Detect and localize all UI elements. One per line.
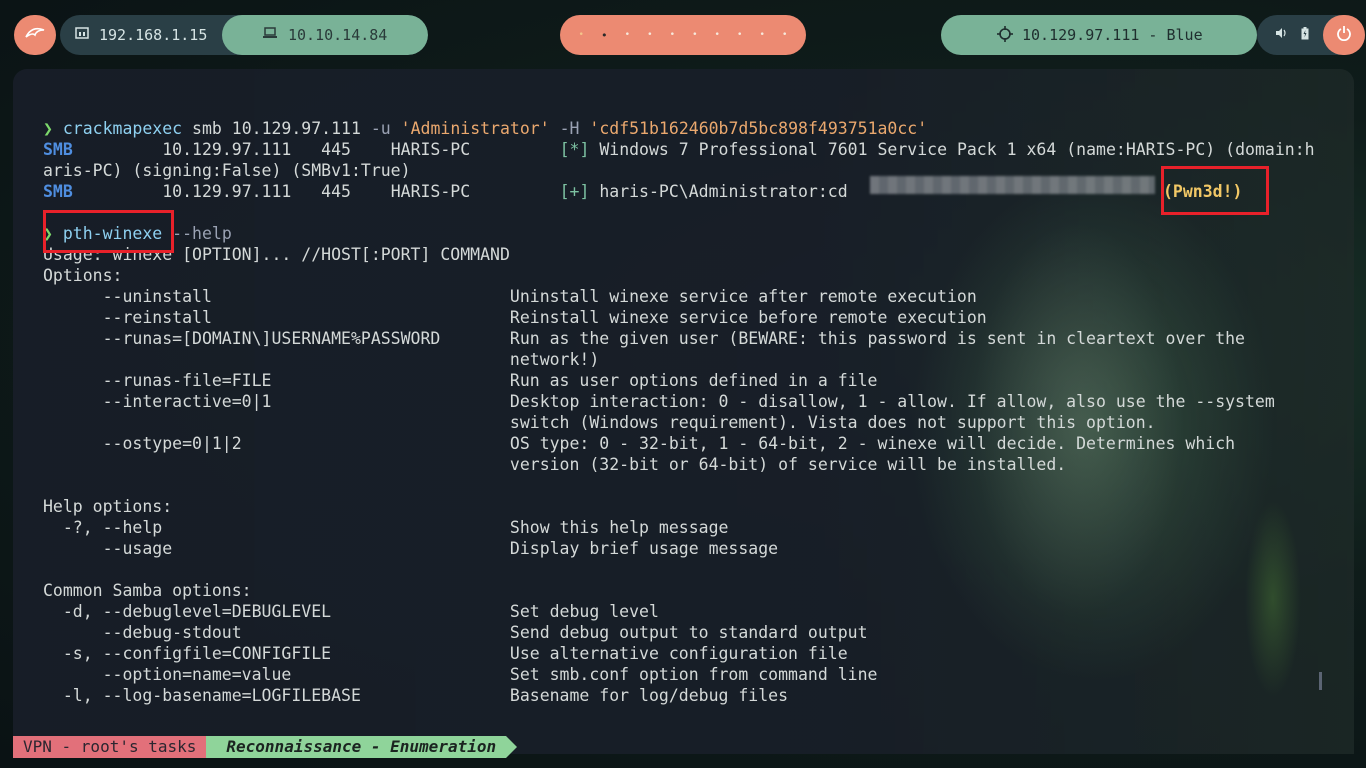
help-line: -s, --configfile=CONFIGFILE Use alternat… (43, 644, 848, 663)
terminal-window[interactable]: ❯ crackmapexec smb 10.129.97.111 -u 'Adm… (13, 69, 1354, 754)
local-ip: 192.168.1.15 (99, 26, 208, 44)
workspace-switcher[interactable]: • • • • • • • • • • (560, 15, 806, 55)
vpn-ip-segment: 10.10.14.84 (222, 15, 428, 55)
network-icon (75, 27, 89, 43)
help-line: --interactive=0|1 Desktop interaction: 0… (43, 392, 1275, 411)
command-highlight-box (43, 210, 174, 253)
speaker-icon[interactable] (1275, 27, 1287, 43)
tmux-window-label[interactable]: Reconnaissance - Enumeration (206, 736, 517, 758)
smb-info: Windows 7 Professional 7601 Service Pack… (589, 140, 1315, 159)
help-line: version (32-bit or 64-bit) of service wi… (43, 455, 1067, 474)
workspace-dot[interactable]: • (670, 30, 675, 40)
help-line: --uninstall Uninstall winexe service aft… (43, 287, 977, 306)
help-line: -?, --help Show this help message (43, 518, 729, 537)
output-line: SMB 10.129.97.111 445 HARIS-PC [+] haris… (43, 181, 848, 202)
network-widget[interactable]: 192.168.1.15 10.10.14.84 (60, 15, 428, 55)
target-widget[interactable]: 10.129.97.111 - Blue (941, 15, 1257, 55)
workspace-dot[interactable]: • (625, 30, 630, 40)
help-line: Help options: (43, 497, 173, 516)
flag-h: -H (559, 119, 580, 138)
workspace-dot[interactable]: • (692, 30, 697, 40)
username-arg: 'Administrator' (400, 119, 550, 138)
help-line: switch (Windows requirement). Vista does… (43, 413, 1156, 432)
help-line: --runas=[DOMAIN\]USERNAME%PASSWORD Run a… (43, 329, 1245, 348)
vpn-ip: 10.10.14.84 (288, 26, 388, 44)
command-line: ❯ crackmapexec smb 10.129.97.111 -u 'Adm… (43, 118, 927, 139)
laptop-icon (262, 27, 278, 43)
tmux-status-bar: VPN - root's tasks Reconnaissance - Enum… (13, 736, 517, 758)
hash-arg: 'cdf51b162460b7d5bc898f493751a0cc' (589, 119, 928, 138)
workspace-dot[interactable]: • (715, 30, 720, 40)
info-marker: [*] (559, 140, 590, 159)
crosshair-icon (997, 26, 1013, 46)
local-ip-segment: 192.168.1.15 (60, 15, 222, 55)
command-args: smb 10.129.97.111 (182, 119, 371, 138)
help-line: --runas-file=FILE Run as user options de… (43, 371, 878, 390)
help-line: Options: (43, 266, 123, 285)
workspace-dot[interactable]: • (737, 30, 742, 40)
command-binary: crackmapexec (62, 119, 183, 138)
help-line: --usage Display brief usage message (43, 539, 779, 558)
terminal-scrollbar[interactable] (1319, 672, 1322, 690)
workspace-dot[interactable]: • (782, 30, 787, 40)
help-line: --reinstall Reinstall winexe service bef… (43, 308, 987, 327)
smb-proto-label: SMB (43, 140, 73, 159)
help-line: --debug-stdout Send debug output to stan… (43, 623, 868, 642)
help-line: --option=name=value Set smb.conf option … (43, 665, 878, 684)
flag-u: -u (370, 119, 391, 138)
prompt-symbol: ❯ (43, 119, 53, 138)
help-line: -l, --log-basename=LOGFILEBASE Basename … (43, 686, 789, 705)
smb-fields: 10.129.97.111 445 HARIS-PC (72, 140, 560, 159)
help-line: -d, --debuglevel=DEBUGLEVEL Set debug le… (43, 602, 659, 621)
success-marker: [+] (559, 182, 590, 201)
kali-dragon-icon (24, 25, 46, 45)
kali-menu-button[interactable] (14, 15, 56, 55)
output-line-wrap: aris-PC) (signing:False) (SMBv1:True) (43, 161, 411, 180)
system-tray (1257, 15, 1365, 55)
smb-auth-info: haris-PC\Administrator:cd (589, 182, 848, 201)
power-icon (1336, 25, 1352, 45)
target-label: 10.129.97.111 - Blue (1022, 26, 1203, 44)
workspace-dot[interactable]: • (759, 30, 764, 40)
pwned-highlight-box (1161, 166, 1269, 215)
help-line: --ostype=0|1|2 OS type: 0 - 32-bit, 1 - … (43, 434, 1236, 453)
help-line: Common Samba options: (43, 581, 252, 600)
workspace-dot[interactable]: • (647, 30, 652, 40)
smb-fields: 10.129.97.111 445 HARIS-PC (72, 182, 560, 201)
wallpaper-glow (1233, 449, 1313, 749)
output-line: SMB 10.129.97.111 445 HARIS-PC [*] Windo… (43, 139, 1315, 160)
workspace-dot[interactable]: • (601, 29, 608, 42)
power-button[interactable] (1323, 15, 1365, 55)
tmux-session-label[interactable]: VPN - root's tasks (13, 736, 218, 758)
redacted-hash-blur (870, 176, 1155, 194)
battery-icon[interactable] (1301, 26, 1309, 44)
smb-proto-label: SMB (43, 182, 73, 201)
help-line: network!) (43, 350, 600, 369)
workspace-dot[interactable]: • (579, 30, 584, 40)
